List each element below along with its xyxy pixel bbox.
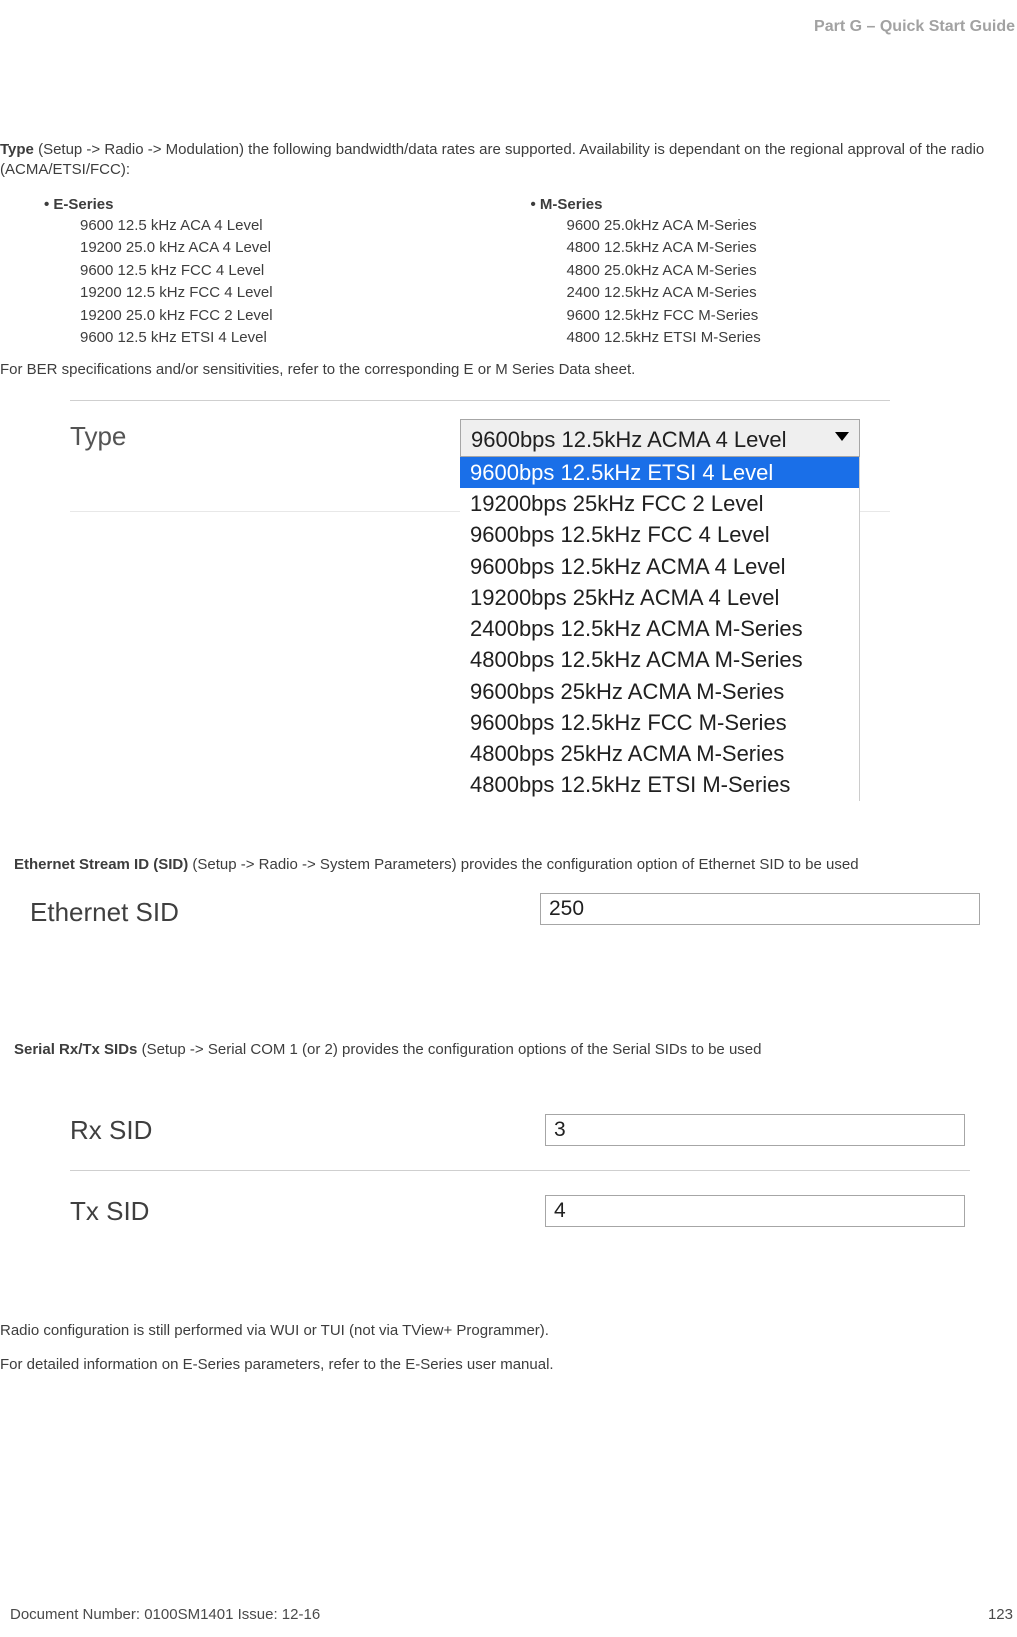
list-item: 9600 12.5 kHz ETSI 4 Level xyxy=(80,327,531,350)
list-item: 4800 12.5kHz ACA M-Series xyxy=(567,237,1017,260)
footer-page-number: 123 xyxy=(988,1605,1017,1625)
series-columns: E-Series 9600 12.5 kHz ACA 4 Level 19200… xyxy=(44,195,1017,350)
type-option[interactable]: 9600bps 25kHz ACMA M-Series xyxy=(460,676,859,707)
page-content: Type (Setup -> Radio -> Modulation) the … xyxy=(0,20,1017,1376)
list-item: 9600 12.5 kHz FCC 4 Level xyxy=(80,260,531,283)
serial-sid-rest: (Setup -> Serial COM 1 (or 2) provides t… xyxy=(137,1041,761,1058)
serial-sid-label-bold: Serial Rx/Tx SIDs xyxy=(14,1041,137,1058)
type-intro-rest: (Setup -> Radio -> Modulation) the follo… xyxy=(0,141,984,178)
e-series-heading: E-Series xyxy=(44,195,531,215)
part-title: Part G – Quick Start Guide xyxy=(814,16,1015,38)
page: Part G – Quick Start Guide Type (Setup -… xyxy=(0,0,1017,1637)
ethernet-sid-input[interactable] xyxy=(540,893,980,925)
type-select-value: 9600bps 12.5kHz ACMA 4 Level xyxy=(471,427,787,452)
ethernet-sid-figure-label: Ethernet SID xyxy=(30,893,540,930)
list-item: 4800 25.0kHz ACA M-Series xyxy=(567,260,1017,283)
type-figure: Type 9600bps 12.5kHz ACMA 4 Level 9600bp… xyxy=(70,400,890,819)
type-option[interactable]: 9600bps 12.5kHz ACMA 4 Level xyxy=(460,551,859,582)
type-select[interactable]: 9600bps 12.5kHz ACMA 4 Level xyxy=(460,419,860,457)
m-series-col: M-Series 9600 25.0kHz ACA M-Series 4800 … xyxy=(531,195,1017,350)
type-option[interactable]: 19200bps 25kHz FCC 2 Level xyxy=(460,488,859,519)
list-item: 19200 25.0 kHz FCC 2 Level xyxy=(80,305,531,328)
ethernet-sid-intro: Ethernet Stream ID (SID) (Setup -> Radio… xyxy=(14,855,1017,875)
type-label-bold: Type xyxy=(0,141,34,158)
trailing-p2: For detailed information on E-Series par… xyxy=(0,1355,1017,1375)
rx-sid-row: Rx SID xyxy=(70,1090,970,1171)
serial-sid-figure: Rx SID Tx SID xyxy=(70,1090,970,1251)
type-option[interactable]: 4800bps 25kHz ACMA M-Series xyxy=(460,738,859,769)
m-series-heading: M-Series xyxy=(531,195,1017,215)
type-option[interactable]: 4800bps 12.5kHz ACMA M-Series xyxy=(460,644,859,675)
type-intro: Type (Setup -> Radio -> Modulation) the … xyxy=(0,140,1017,181)
type-option[interactable]: 2400bps 12.5kHz ACMA M-Series xyxy=(460,613,859,644)
type-option[interactable]: 9600bps 12.5kHz FCC 4 Level xyxy=(460,519,859,550)
list-item: 9600 25.0kHz ACA M-Series xyxy=(567,215,1017,238)
ber-note: For BER specifications and/or sensitivit… xyxy=(0,360,1017,380)
tx-sid-input[interactable] xyxy=(545,1195,965,1227)
type-option[interactable]: 4800bps 12.5kHz ETSI M-Series xyxy=(460,769,859,800)
e-series-list: 9600 12.5 kHz ACA 4 Level 19200 25.0 kHz… xyxy=(80,215,531,350)
type-option[interactable]: 19200bps 25kHz ACMA 4 Level xyxy=(460,582,859,613)
list-item: 19200 12.5 kHz FCC 4 Level xyxy=(80,282,531,305)
type-option-selected[interactable]: 9600bps 12.5kHz ETSI 4 Level xyxy=(460,457,859,488)
serial-sid-intro: Serial Rx/Tx SIDs (Setup -> Serial COM 1… xyxy=(14,1040,1017,1060)
ethernet-sid-figure: Ethernet SID xyxy=(30,893,980,930)
tx-sid-label: Tx SID xyxy=(70,1194,545,1229)
rx-sid-label: Rx SID xyxy=(70,1113,545,1148)
list-item: 9600 12.5kHz FCC M-Series xyxy=(567,305,1017,328)
e-series-col: E-Series 9600 12.5 kHz ACA 4 Level 19200… xyxy=(44,195,531,350)
ethernet-sid-rest: (Setup -> Radio -> System Parameters) pr… xyxy=(188,856,858,873)
type-figure-label: Type xyxy=(70,419,460,454)
tx-sid-row: Tx SID xyxy=(70,1171,970,1251)
type-option[interactable]: 9600bps 12.5kHz FCC M-Series xyxy=(460,707,859,738)
list-item: 2400 12.5kHz ACA M-Series xyxy=(567,282,1017,305)
ethernet-sid-label-bold: Ethernet Stream ID (SID) xyxy=(14,856,188,873)
footer: Document Number: 0100SM1401 Issue: 12-16… xyxy=(10,1605,1017,1625)
list-item: 4800 12.5kHz ETSI M-Series xyxy=(567,327,1017,350)
list-item: 9600 12.5 kHz ACA 4 Level xyxy=(80,215,531,238)
list-item: 19200 25.0 kHz ACA 4 Level xyxy=(80,237,531,260)
trailing-p1: Radio configuration is still performed v… xyxy=(0,1321,1017,1341)
type-dropdown-list[interactable]: 9600bps 12.5kHz ETSI 4 Level 19200bps 25… xyxy=(460,457,860,801)
m-series-list: 9600 25.0kHz ACA M-Series 4800 12.5kHz A… xyxy=(567,215,1017,350)
rx-sid-input[interactable] xyxy=(545,1114,965,1146)
footer-doc-number: Document Number: 0100SM1401 Issue: 12-16 xyxy=(10,1605,320,1625)
chevron-down-icon xyxy=(835,432,849,441)
